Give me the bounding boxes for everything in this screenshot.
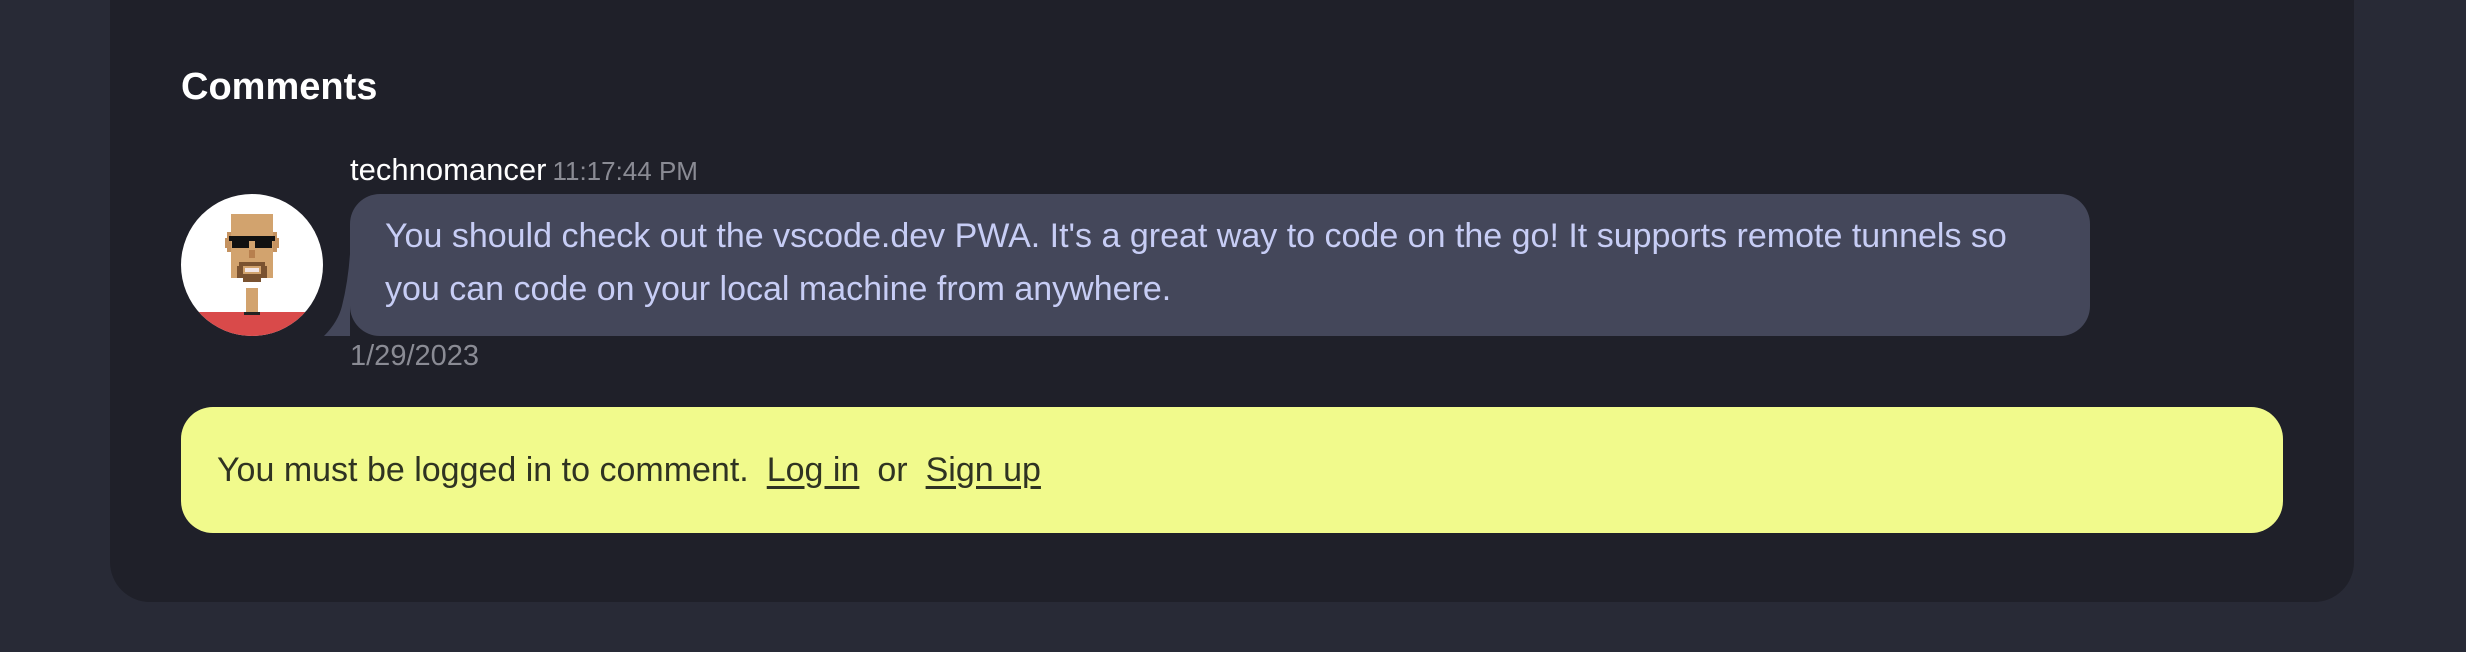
comment-bubble: You should check out the vscode.dev PWA.… [318, 194, 2090, 336]
comments-heading: Comments [181, 66, 378, 108]
user-avatar[interactable] [181, 194, 323, 336]
or-text: or [877, 450, 908, 489]
login-notice-text: You must be logged in to comment. [217, 450, 749, 489]
signup-link[interactable]: Sign up [926, 451, 1041, 490]
login-link[interactable]: Log in [767, 451, 860, 490]
comment-author[interactable]: technomancer [350, 152, 546, 187]
page: Comments technomancer 11:17:44 PM You sh… [0, 0, 2466, 652]
comment-meta: technomancer 11:17:44 PM [350, 150, 698, 196]
comment-time: 11:17:44 PM [552, 156, 698, 186]
comment-date: 1/29/2023 [350, 340, 480, 372]
login-notice: You must be logged in to comment. Log in… [181, 407, 2283, 533]
comment-text: You should check out the vscode.dev PWA.… [350, 194, 2090, 336]
pixel-art-avatar-icon [181, 214, 323, 336]
